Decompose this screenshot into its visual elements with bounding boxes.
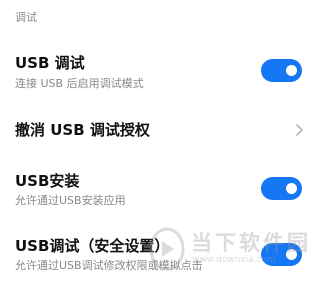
usb-install-title: USB安装 (15, 172, 80, 190)
revoke-usb-auth-title: 撤消 USB 调试授权 (15, 121, 150, 139)
usb-install-subtitle: 允许通过USB安装应用 (15, 194, 126, 207)
usb-debugging-title: USB 调试 (15, 54, 85, 72)
setting-row-revoke-usb-auth[interactable]: 撤消 USB 调试授权 (0, 112, 327, 148)
usb-debugging-subtitle: 连接 USB 后启用调试模式 (15, 77, 144, 90)
usb-debugging-security-title: USB调试（安全设置） (15, 237, 170, 255)
setting-row-usb-debugging-security[interactable]: USB调试（安全设置） 允许通过USB调试修改权限或模拟点击 (0, 234, 327, 279)
section-header-debug: 调试 (15, 11, 37, 24)
usb-install-toggle[interactable] (261, 177, 302, 200)
chevron-right-icon (296, 124, 303, 136)
usb-debugging-toggle[interactable] (261, 59, 302, 82)
toggle-knob (286, 65, 297, 76)
usb-debugging-security-toggle[interactable] (261, 243, 302, 266)
setting-row-usb-debugging[interactable]: USB 调试 连接 USB 后启用调试模式 (0, 50, 327, 95)
setting-row-usb-install[interactable]: USB安装 允许通过USB安装应用 (0, 168, 327, 213)
usb-debugging-security-subtitle: 允许通过USB调试修改权限或模拟点击 (15, 259, 203, 272)
toggle-knob (286, 183, 297, 194)
toggle-knob (286, 249, 297, 260)
